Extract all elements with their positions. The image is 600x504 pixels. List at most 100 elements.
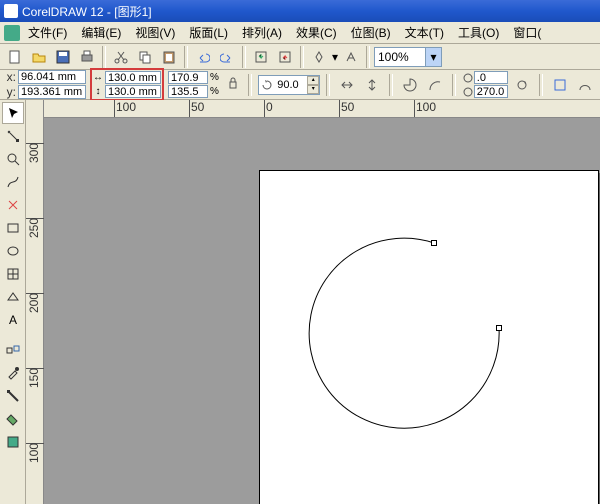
- y-label: y:: [4, 85, 16, 99]
- paste-button[interactable]: [158, 46, 180, 68]
- position-group: x: y:: [4, 70, 86, 99]
- export-button[interactable]: [274, 46, 296, 68]
- menu-layout[interactable]: 版面(L): [183, 22, 234, 43]
- app-launcher-button[interactable]: [308, 46, 330, 68]
- scale-group: % %: [168, 71, 219, 98]
- menu-text[interactable]: 文本(T): [399, 22, 450, 43]
- scale-y-input[interactable]: [168, 85, 208, 98]
- width-input[interactable]: [105, 71, 161, 84]
- ruler-tick: 50: [191, 100, 204, 114]
- fill-tool[interactable]: [2, 408, 24, 430]
- lock-ratio-button[interactable]: [223, 71, 242, 99]
- arc-end-icon: [462, 86, 474, 98]
- rectangle-tool[interactable]: [2, 217, 24, 239]
- separator: [366, 46, 370, 68]
- arc-end-input[interactable]: [474, 85, 508, 98]
- spacer: ▾: [332, 50, 338, 64]
- ruler-tick: 300: [27, 143, 41, 163]
- zoom-dropdown-icon[interactable]: ▾: [425, 48, 441, 66]
- arc-handle-end[interactable]: [496, 325, 502, 331]
- redo-button[interactable]: [216, 46, 238, 68]
- blend-tool[interactable]: [2, 339, 24, 361]
- separator: [326, 74, 330, 96]
- ruler-tick: 250: [27, 218, 41, 238]
- menubar: 文件(F) 编辑(E) 视图(V) 版面(L) 排列(A) 效果(C) 位图(B…: [0, 22, 600, 44]
- separator: [539, 74, 543, 96]
- smart-draw-tool[interactable]: [2, 194, 24, 216]
- menu-app-icon: [4, 25, 20, 41]
- arc-handle-start[interactable]: [431, 240, 437, 246]
- open-button[interactable]: [28, 46, 50, 68]
- arc-object[interactable]: [304, 228, 524, 448]
- rotation-icon: [259, 79, 275, 91]
- mirror-v-button[interactable]: [362, 74, 383, 96]
- menu-effects[interactable]: 效果(C): [290, 22, 343, 43]
- toolbox: A: [0, 100, 26, 504]
- zoom-input[interactable]: [375, 48, 425, 66]
- freehand-tool[interactable]: [2, 171, 24, 193]
- graph-tool[interactable]: [2, 263, 24, 285]
- standard-toolbar: ▾ ▾: [0, 44, 600, 70]
- ruler-tick: 100: [116, 100, 136, 114]
- cut-button[interactable]: [110, 46, 132, 68]
- ruler-tick: 0: [266, 100, 273, 114]
- workspace: A 100 50 0 50 100 300 250 200 150 100: [0, 100, 600, 504]
- percent-label: %: [208, 86, 219, 97]
- ruler-tick: 200: [27, 293, 41, 313]
- size-group: ↔ ↕: [90, 68, 164, 101]
- text-tool[interactable]: A: [2, 309, 24, 331]
- pie-button[interactable]: [399, 74, 420, 96]
- separator: [184, 46, 188, 68]
- y-input[interactable]: [18, 85, 86, 99]
- rotation-input[interactable]: [275, 76, 307, 94]
- print-button[interactable]: [76, 46, 98, 68]
- welcome-button[interactable]: [340, 46, 362, 68]
- import-button[interactable]: [250, 46, 272, 68]
- ruler-tick: 150: [27, 368, 41, 388]
- height-input[interactable]: [105, 85, 161, 98]
- rotation-spinner[interactable]: ▴▾: [307, 76, 319, 94]
- drawing-page[interactable]: [44, 118, 600, 504]
- eyedropper-tool[interactable]: [2, 362, 24, 384]
- ellipse-tool[interactable]: [2, 240, 24, 262]
- separator: [452, 74, 456, 96]
- save-button[interactable]: [52, 46, 74, 68]
- arc-angle-group: [462, 71, 508, 98]
- to-curve-button[interactable]: [575, 74, 596, 96]
- ruler-tick: 50: [341, 100, 354, 114]
- outline-tool[interactable]: [2, 385, 24, 407]
- menu-edit[interactable]: 编辑(E): [75, 22, 127, 43]
- perfect-shape-tool[interactable]: [2, 286, 24, 308]
- horizontal-ruler: 100 50 0 50 100: [26, 100, 600, 118]
- wrap-button[interactable]: [549, 74, 570, 96]
- direction-button[interactable]: [512, 74, 533, 96]
- window-titlebar: CorelDRAW 12 - [图形1]: [0, 0, 600, 22]
- menu-file[interactable]: 文件(F): [22, 22, 73, 43]
- zoom-tool[interactable]: [2, 148, 24, 170]
- menu-view[interactable]: 视图(V): [129, 22, 181, 43]
- interactive-fill-tool[interactable]: [2, 431, 24, 453]
- undo-button[interactable]: [192, 46, 214, 68]
- rotation-group: ▴▾: [258, 75, 320, 95]
- x-label: x:: [4, 70, 16, 84]
- shape-tool[interactable]: [2, 125, 24, 147]
- percent-label: %: [208, 72, 219, 83]
- window-title: CorelDRAW 12 - [图形1]: [22, 3, 152, 20]
- arc-button[interactable]: [424, 74, 445, 96]
- menu-arrange[interactable]: 排列(A): [236, 22, 288, 43]
- new-button[interactable]: [4, 46, 26, 68]
- menu-tools[interactable]: 工具(O): [452, 22, 505, 43]
- copy-button[interactable]: [134, 46, 156, 68]
- scale-x-input[interactable]: [168, 71, 208, 84]
- menu-window[interactable]: 窗口(: [507, 22, 547, 43]
- zoom-combo[interactable]: ▾: [374, 47, 442, 67]
- mirror-h-button[interactable]: [336, 74, 357, 96]
- canvas-area: 100 50 0 50 100 300 250 200 150 100: [26, 100, 600, 504]
- arc-start-icon: [462, 72, 474, 84]
- app-icon: [4, 4, 18, 18]
- arc-start-input[interactable]: [474, 71, 508, 84]
- separator: [248, 74, 252, 96]
- menu-bitmap[interactable]: 位图(B): [345, 22, 397, 43]
- pick-tool[interactable]: [2, 102, 24, 124]
- x-input[interactable]: [18, 70, 86, 84]
